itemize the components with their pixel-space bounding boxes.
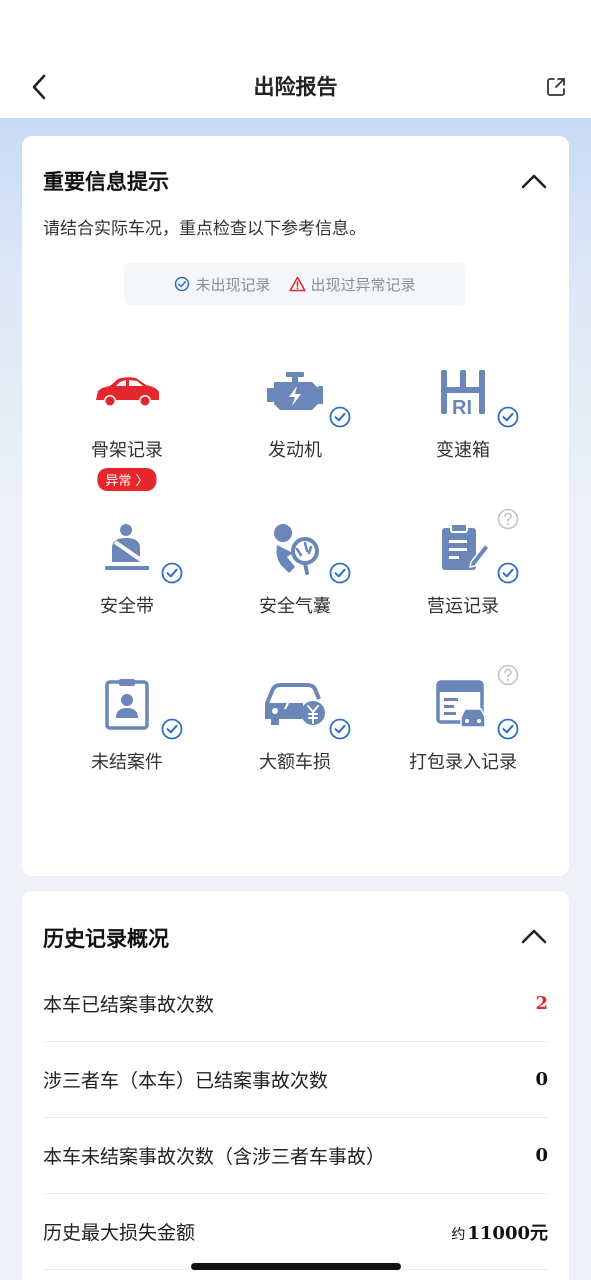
item-operation-record[interactable]: 营运记录 (373, 508, 553, 660)
check-circle-icon (497, 718, 519, 740)
operation-record-icon (428, 520, 498, 576)
chevron-up-icon (521, 929, 547, 944)
history-row-value: 0 (535, 1069, 548, 1090)
legend-ok: 未出现记录 (174, 274, 271, 295)
history-row: 本车未结案事故次数（含涉三者车事故） 0 (43, 1118, 548, 1194)
item-large-damage-label: 大额车损 (259, 752, 331, 773)
chevron-up-icon (521, 174, 547, 189)
check-circle-icon (497, 562, 519, 584)
status-legend: 未出现记录 出现过异常记录 (124, 263, 466, 305)
check-circle-icon (161, 562, 183, 584)
history-row-label: 历史最大损失金额 (43, 1222, 196, 1244)
history-row: 本车已结案事故次数 2 (43, 966, 548, 1042)
history-row-label: 涉三者车（本车）已结案事故次数 (43, 1070, 329, 1092)
large-damage-icon (260, 676, 330, 732)
page-title: 出险报告 (253, 75, 338, 99)
svg-text:RI: RI (452, 397, 472, 417)
history-row-value-wrap: 约 11000元 (451, 1219, 548, 1245)
check-circle-icon (329, 406, 351, 428)
legend-warn: 出现过异常记录 (288, 274, 416, 295)
history-row-value: 2 (535, 993, 548, 1014)
share-button[interactable] (541, 72, 571, 102)
check-circle-icon (161, 718, 183, 740)
history-row: 涉三者车（本车）已结案事故次数 0 (43, 1042, 548, 1118)
help-circle-icon[interactable] (497, 508, 519, 530)
item-unclosed-case[interactable]: 未结案件 (37, 676, 217, 816)
item-seatbelt-label: 安全带 (100, 596, 154, 617)
gearbox-icon: RI (428, 364, 498, 420)
item-airbag[interactable]: 安全气囊 (205, 520, 385, 660)
history-card: 历史记录概况 本车已结案事故次数 2 涉三者车（本车）已结案事故次数 0 本车未… (22, 891, 569, 1280)
home-indicator (191, 1263, 401, 1270)
item-engine-label: 发动机 (268, 440, 322, 461)
warning-triangle-icon (288, 276, 306, 292)
item-airbag-label: 安全气囊 (259, 596, 331, 617)
important-info-card: 重要信息提示 请结合实际车况，重点检查以下参考信息。 未出现记录 出现过异常记录 (22, 136, 569, 876)
package-record-icon (428, 676, 498, 732)
share-icon (547, 78, 565, 96)
check-circle-icon (329, 562, 351, 584)
seatbelt-icon (92, 520, 162, 576)
approx-prefix: 约 (451, 1226, 466, 1243)
legend-ok-label: 未出现记录 (195, 275, 271, 294)
airbag-icon (260, 520, 330, 576)
item-gearbox[interactable]: RI 变速箱 (373, 364, 553, 504)
history-row-label: 本车未结案事故次数（含涉三者车事故） (43, 1146, 386, 1168)
important-info-subtitle: 请结合实际车况，重点检查以下参考信息。 (43, 219, 366, 239)
check-circle-icon (329, 718, 351, 740)
item-unclosed-case-label: 未结案件 (91, 752, 163, 773)
check-circle-icon (497, 406, 519, 428)
car-frame-icon (92, 364, 162, 420)
item-operation-record-label: 营运记录 (427, 596, 499, 617)
navigation-bar: 出险报告 (0, 0, 591, 118)
history-title: 历史记录概况 (43, 927, 169, 951)
history-row-value: 0 (535, 1145, 548, 1166)
item-package-record[interactable]: 打包录入记录 (373, 664, 553, 816)
item-gearbox-label: 变速箱 (436, 440, 490, 461)
history-row-label: 本车已结案事故次数 (43, 994, 215, 1016)
history-row: 历史最大损失金额 约 11000元 (43, 1194, 548, 1270)
help-circle-icon[interactable] (497, 664, 519, 686)
item-package-record-label: 打包录入记录 (409, 752, 517, 773)
important-info-title: 重要信息提示 (43, 170, 169, 194)
check-circle-icon (175, 276, 190, 292)
collapse-important-button[interactable] (517, 164, 551, 198)
item-frame-label: 骨架记录 (91, 440, 163, 461)
history-row-value: 11000元 (467, 1222, 548, 1244)
collapse-history-button[interactable] (517, 919, 551, 953)
legend-warn-label: 出现过异常记录 (310, 275, 416, 294)
engine-icon (260, 364, 330, 420)
item-seatbelt[interactable]: 安全带 (37, 520, 217, 660)
item-frame[interactable]: 骨架记录 异常 〉 (37, 364, 217, 504)
item-large-damage[interactable]: 大额车损 (205, 676, 385, 816)
abnormal-badge[interactable]: 异常 〉 (97, 468, 157, 491)
item-engine[interactable]: 发动机 (205, 364, 385, 504)
unclosed-case-icon (92, 676, 162, 732)
